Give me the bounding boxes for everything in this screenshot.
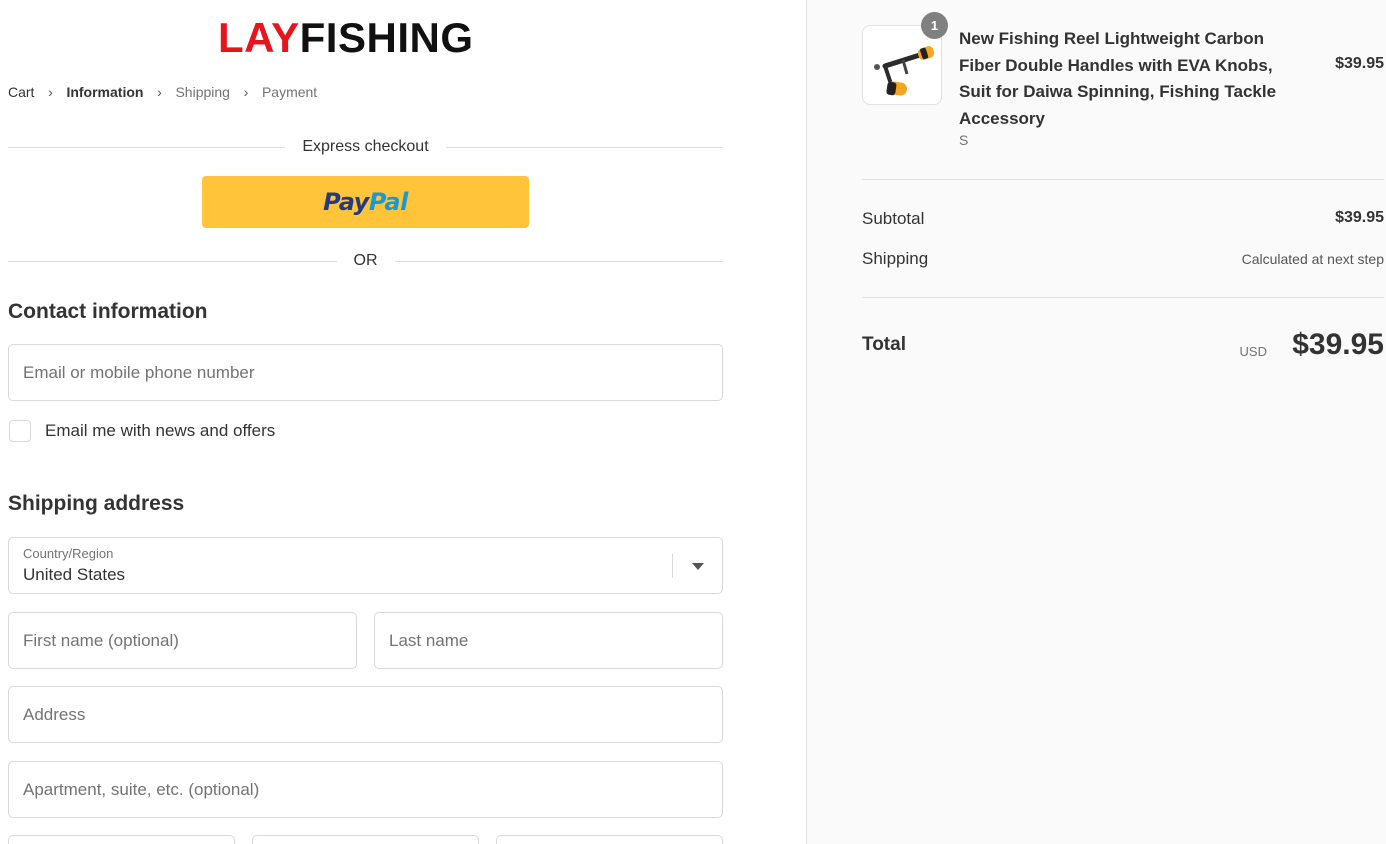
chevron-down-icon [692,563,704,570]
chevron-right-icon: › [48,84,53,100]
city-field[interactable] [8,835,235,844]
currency-code: USD [1239,344,1267,359]
address-placeholder: Address [23,704,86,724]
country-select[interactable]: Country/Region United States [8,537,723,594]
newsletter-checkbox[interactable] [9,420,31,442]
contact-information-title: Contact information [8,300,208,323]
chevron-right-icon: › [157,84,162,100]
address-field[interactable]: Address [8,686,723,743]
newsletter-label: Email me with news and offers [45,421,276,440]
or-divider: OR [8,251,723,271]
first-name-field[interactable]: First name (optional) [8,612,357,669]
breadcrumb-shipping: Shipping [175,84,230,100]
breadcrumb-payment: Payment [261,84,318,100]
apartment-placeholder: Apartment, suite, etc. (optional) [23,779,260,799]
divider [862,179,1384,180]
paypal-logo-pay: Pay [323,188,369,216]
divider [8,146,286,148]
country-value: United States [23,565,126,584]
express-checkout-title: Express checkout [302,138,429,155]
first-name-placeholder: First name (optional) [23,630,179,650]
product-title: New Fishing Reel Lightweight Carbon Fibe… [959,29,1277,128]
state-select[interactable] [252,835,479,844]
breadcrumb-cart[interactable]: Cart [8,84,34,100]
logo-text-red: LAY [218,14,300,61]
paypal-button[interactable]: Pay Pal [202,176,529,228]
store-logo[interactable]: LAYFISHING [218,14,474,62]
newsletter-option[interactable]: Email me with news and offers [9,420,275,442]
country-label: Country/Region [23,546,114,561]
zip-field[interactable] [496,835,723,844]
express-checkout-heading: Express checkout [8,137,723,157]
product-variant: S [959,132,969,148]
divider [394,260,723,262]
last-name-field[interactable]: Last name [374,612,723,669]
breadcrumb-information: Information [66,84,144,100]
divider [862,297,1384,298]
email-field[interactable]: Email or mobile phone number [8,344,723,401]
apartment-field[interactable]: Apartment, suite, etc. (optional) [8,761,723,818]
paypal-logo-pal: Pal [368,188,408,216]
breadcrumb: Cart › Information › Shipping › Payment [8,84,317,100]
last-name-placeholder: Last name [389,630,469,650]
logo-text-black: FISHING [299,14,474,61]
total-price: $39.95 [1292,328,1384,361]
subtotal-label: Subtotal [862,209,925,228]
email-placeholder: Email or mobile phone number [23,362,255,382]
subtotal-value: $39.95 [1335,209,1384,226]
total-label: Total [862,334,906,355]
product-price: $39.95 [1335,55,1384,72]
chevron-right-icon: › [243,84,249,100]
quantity-badge: 1 [921,12,948,39]
divider [445,146,723,148]
or-text: OR [353,252,378,269]
divider [8,260,337,262]
shipping-address-title: Shipping address [8,492,185,515]
select-separator [672,554,673,578]
shipping-value: Calculated at next step [1241,251,1384,267]
checkout-main: LAYFISHING Cart › Information › Shipping… [0,0,806,844]
shipping-label: Shipping [862,249,929,268]
